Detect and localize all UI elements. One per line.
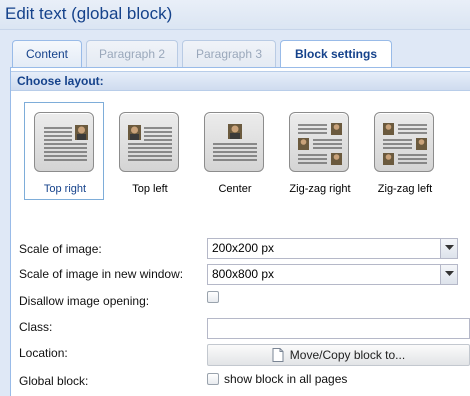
layout-zigzag-right-icon [289,112,349,172]
scale-new-window-select[interactable]: 800x800 px [207,264,458,285]
window-title: Edit text (global block) [5,4,173,23]
layout-center-icon [204,112,264,172]
tab-block-settings[interactable]: Block settings [280,40,392,69]
disallow-image-opening-label: Disallow image opening: [19,294,150,308]
layout-option-center[interactable]: Center [194,102,274,200]
tab-content[interactable]: Content [12,40,82,68]
tab-bar: Content Paragraph 2 Paragraph 3 Block se… [0,30,470,69]
layout-option-top-left[interactable]: Top left [109,102,189,200]
layout-zigzag-left-icon [374,112,434,172]
layout-top-right-icon [34,112,94,172]
scale-of-image-select[interactable]: 200x200 px [207,238,458,259]
block-settings-panel: Choose layout: Top right Top left Center… [10,67,470,396]
tab-paragraph-2[interactable]: Paragraph 2 [86,40,178,68]
move-copy-block-button[interactable]: Move/Copy block to... [207,344,470,366]
chevron-down-icon[interactable] [440,239,457,258]
global-block-label: Global block: [19,374,89,388]
move-copy-block-label: Move/Copy block to... [289,348,406,362]
scale-of-image-label: Scale of image: [19,242,102,256]
disallow-image-opening-checkbox[interactable] [207,291,219,303]
layout-option-zigzag-left[interactable]: Zig-zag left [364,102,444,200]
global-block-checkbox[interactable] [207,373,219,385]
class-input[interactable] [207,318,470,339]
location-label: Location: [19,346,68,360]
layout-option-zigzag-right[interactable]: Zig-zag right [279,102,359,200]
layout-label-zigzag-left: Zig-zag left [377,183,433,195]
choose-layout-header: Choose layout: [11,71,470,91]
scale-of-image-value: 200x200 px [212,241,275,255]
global-block-checkbox-label: show block in all pages [224,372,348,386]
window-titlebar: Edit text (global block) [0,0,470,30]
layout-option-top-right[interactable]: Top right [24,102,104,200]
class-label: Class: [19,320,53,334]
chevron-down-icon[interactable] [440,265,457,284]
tab-paragraph-3[interactable]: Paragraph 3 [182,40,276,68]
document-icon [272,348,284,368]
scale-new-window-label: Scale of image in new window: [19,267,184,281]
layout-top-left-icon [119,112,179,172]
scale-new-window-value: 800x800 px [212,267,275,281]
